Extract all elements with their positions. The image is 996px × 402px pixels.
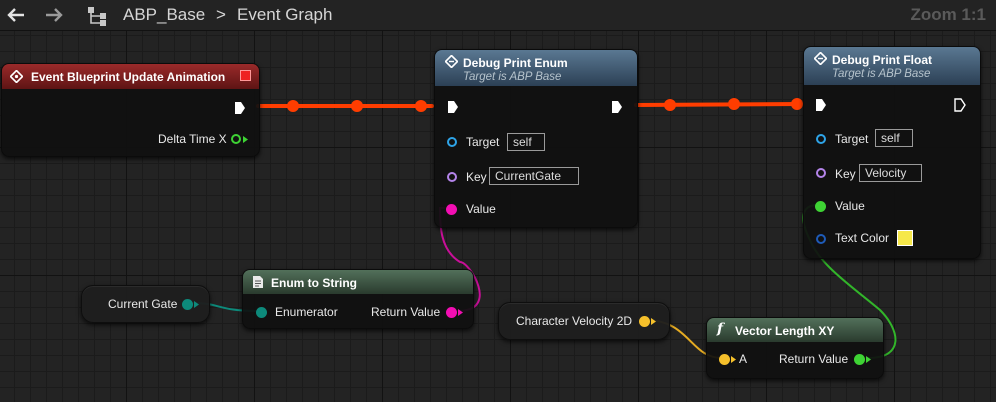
exec-out-pin[interactable]: [611, 100, 623, 114]
breadcrumb-asset[interactable]: ABP_Base: [123, 0, 205, 30]
getter-label: Current Gate: [108, 297, 178, 311]
pin-arrow-icon: [194, 301, 199, 308]
value-pin[interactable]: [815, 201, 826, 212]
value-label: Value: [466, 202, 496, 216]
return-value-pin[interactable]: [854, 354, 865, 365]
node-title: Debug Print Float: [832, 53, 932, 67]
delta-time-pin[interactable]: [231, 134, 241, 144]
debug-print-enum-node[interactable]: Debug Print Enum Target is ABP Base Targ…: [434, 49, 638, 228]
exec-in-pin[interactable]: [815, 98, 827, 112]
return-value-label: Return Value: [371, 305, 441, 319]
breadcrumb-separator: >: [216, 5, 226, 24]
value-pin[interactable]: [446, 204, 457, 215]
key-label: Key: [466, 170, 487, 184]
zoom-indicator: Zoom 1:1: [910, 5, 986, 24]
return-value-pin[interactable]: [446, 307, 457, 318]
character-velocity-pin[interactable]: [639, 316, 650, 327]
event-diamond-icon: [10, 70, 23, 83]
key-input[interactable]: Velocity: [859, 164, 922, 182]
pin-arrow-icon: [458, 309, 463, 316]
pin-arrow-icon: [866, 356, 871, 363]
text-color-label: Text Color: [835, 231, 890, 245]
target-label: Target: [466, 135, 500, 149]
key-label: Key: [835, 167, 856, 181]
exec-in-pin[interactable]: [447, 100, 459, 114]
blueprint-editor: ABP_Base > Event Graph Zoom 1:1 Event Bl…: [0, 0, 996, 402]
function-diamond-icon: [814, 52, 827, 65]
toolbar: ABP_Base > Event Graph Zoom 1:1: [0, 0, 996, 31]
value-label: Value: [835, 199, 865, 213]
node-title: Enum to String: [271, 276, 357, 290]
key-pin[interactable]: [447, 172, 457, 182]
vector-length-xy-node[interactable]: f Vector Length XY A Return Value: [706, 317, 884, 379]
a-label: A: [739, 352, 748, 366]
text-color-pin[interactable]: [816, 234, 826, 244]
debug-print-float-node[interactable]: Debug Print Float Target is ABP Base Tar…: [803, 46, 981, 259]
pin-arrow-icon: [243, 136, 248, 143]
arrow-left-icon[interactable]: [6, 6, 26, 24]
event-update-animation-node[interactable]: Event Blueprint Update Animation Delta T…: [1, 63, 260, 157]
exec-out-pin[interactable]: [954, 98, 966, 112]
pin-arrow-icon: [651, 318, 656, 325]
return-value-label: Return Value: [779, 352, 849, 366]
target-input[interactable]: self: [875, 129, 913, 147]
text-color-swatch[interactable]: [897, 230, 913, 246]
character-velocity-getter-node[interactable]: Character Velocity 2D: [498, 302, 670, 340]
document-icon: [253, 276, 263, 288]
delegate-pin[interactable]: [240, 70, 251, 81]
exec-wire-print-enum-to-print-float: [634, 102, 802, 107]
node-title: Vector Length XY: [735, 324, 835, 338]
hierarchy-icon: [88, 7, 106, 26]
target-pin[interactable]: [816, 134, 826, 144]
current-gate-pin[interactable]: [182, 299, 193, 310]
target-input[interactable]: self: [507, 133, 545, 151]
key-pin[interactable]: [816, 168, 826, 178]
delta-time-label: Delta Time X: [158, 132, 227, 146]
arrow-right-icon[interactable]: [44, 6, 64, 24]
node-title: Event Blueprint Update Animation: [31, 70, 226, 84]
enum-to-string-node[interactable]: Enum to String Enumerator Return Value: [242, 269, 474, 329]
a-pin[interactable]: [719, 354, 730, 365]
enumerator-label: Enumerator: [275, 305, 338, 319]
target-label: Target: [835, 132, 869, 146]
pin-arrow-icon: [731, 356, 736, 363]
enumerator-pin[interactable]: [256, 307, 267, 318]
node-title: Debug Print Enum: [463, 56, 568, 70]
function-diamond-icon: [445, 55, 458, 68]
node-subtitle: Target is ABP Base: [463, 71, 562, 83]
node-subtitle: Target is ABP Base: [832, 68, 931, 80]
function-icon: f: [717, 321, 724, 337]
exec-out-pin[interactable]: [234, 101, 246, 115]
current-gate-getter-node[interactable]: Current Gate: [81, 285, 210, 323]
breadcrumb-graph[interactable]: Event Graph: [237, 0, 332, 30]
target-pin[interactable]: [447, 137, 457, 147]
getter-label: Character Velocity 2D: [516, 314, 633, 328]
key-input[interactable]: CurrentGate: [489, 167, 579, 185]
